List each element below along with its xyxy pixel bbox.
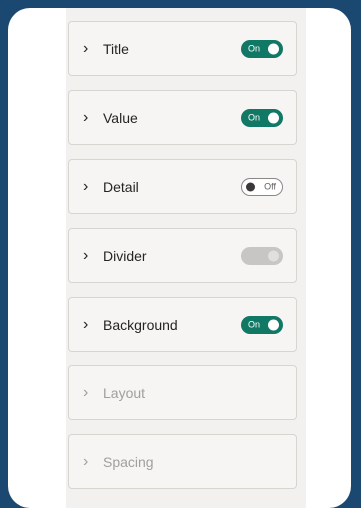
section-divider[interactable]: › Divider bbox=[68, 228, 297, 283]
section-label: Detail bbox=[103, 178, 139, 195]
chevron-right-icon: › bbox=[83, 39, 89, 57]
chevron-right-icon: › bbox=[83, 246, 89, 264]
divider-toggle bbox=[241, 246, 283, 265]
section-label: Divider bbox=[103, 247, 147, 264]
section-spacing: › Spacing bbox=[68, 434, 297, 489]
toggle-knob bbox=[268, 319, 279, 330]
toggle-state-text: Off bbox=[264, 181, 276, 191]
section-value[interactable]: › Value On bbox=[68, 90, 297, 145]
section-detail[interactable]: › Detail Off bbox=[68, 159, 297, 214]
toggle-state-text: On bbox=[248, 112, 261, 122]
toggle-knob bbox=[246, 182, 255, 191]
chevron-right-icon: › bbox=[83, 452, 89, 470]
section-label: Title bbox=[103, 40, 129, 57]
section-layout: › Layout bbox=[68, 365, 297, 420]
chevron-right-icon: › bbox=[83, 383, 89, 401]
section-label: Value bbox=[103, 109, 138, 126]
format-panel: › Title On › Value On › Detail Off › Div… bbox=[8, 8, 351, 508]
section-label: Spacing bbox=[103, 453, 154, 470]
title-toggle[interactable]: On bbox=[241, 39, 283, 58]
toggle-knob bbox=[268, 43, 279, 54]
section-title[interactable]: › Title On bbox=[68, 21, 297, 76]
toggle-knob bbox=[268, 112, 279, 123]
section-label: Background bbox=[103, 316, 178, 333]
section-label: Layout bbox=[103, 384, 146, 401]
value-toggle[interactable]: On bbox=[241, 108, 283, 127]
chevron-right-icon: › bbox=[83, 315, 89, 333]
toggle-state-text: On bbox=[248, 43, 261, 53]
toggle-knob bbox=[268, 250, 279, 261]
chevron-right-icon: › bbox=[83, 108, 89, 126]
detail-toggle[interactable]: Off bbox=[241, 177, 283, 196]
background-toggle[interactable]: On bbox=[241, 315, 283, 334]
chevron-right-icon: › bbox=[83, 177, 89, 195]
section-background[interactable]: › Background On bbox=[68, 297, 297, 352]
toggle-state-text: On bbox=[248, 319, 261, 329]
